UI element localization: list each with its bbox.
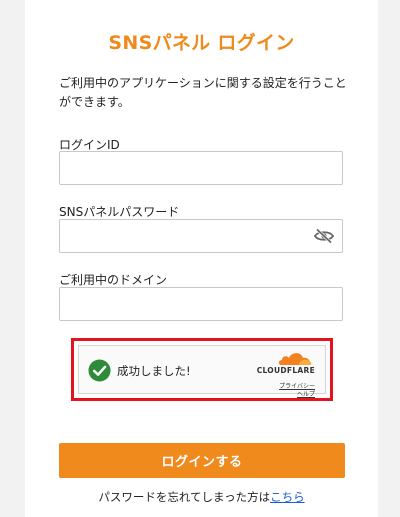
login-id-field: [59, 151, 343, 185]
domain-label: ご利用中のドメイン: [59, 273, 168, 287]
cloudflare-logo-icon: [278, 353, 312, 365]
forgot-password-link[interactable]: こちら: [270, 490, 305, 504]
password-input[interactable]: [60, 220, 342, 252]
cloudflare-turnstile-widget[interactable]: 成功しました! CLOUDFLARE プライバシー ヘルプ: [78, 345, 326, 398]
forgot-password-label: パスワードを忘れてしまった方は: [98, 490, 271, 504]
login-id-input[interactable]: [60, 152, 342, 184]
eye-slash-icon[interactable]: [314, 228, 334, 244]
page-description: ご利用中のアプリケーションに関する設定を行うことができます。: [59, 76, 347, 109]
login-button[interactable]: ログインする: [59, 443, 345, 478]
page-title: SNSパネル ログイン: [108, 32, 295, 54]
help-link[interactable]: ヘルプ: [297, 389, 315, 398]
check-circle-icon: [88, 359, 111, 382]
forgot-password-text: パスワードを忘れてしまった方はこちら: [25, 489, 378, 505]
domain-field: [59, 287, 343, 321]
captcha-highlight-frame: 成功しました! CLOUDFLARE プライバシー ヘルプ: [71, 338, 333, 401]
captcha-status-text: 成功しました!: [117, 364, 191, 378]
login-panel: SNSパネル ログイン ご利用中のアプリケーションに関する設定を行うことができま…: [25, 0, 378, 517]
password-field: [59, 219, 343, 253]
domain-input[interactable]: [60, 288, 342, 320]
password-label: SNSパネルパスワード: [59, 205, 180, 219]
cloudflare-brand-text: CLOUDFLARE: [256, 366, 315, 375]
